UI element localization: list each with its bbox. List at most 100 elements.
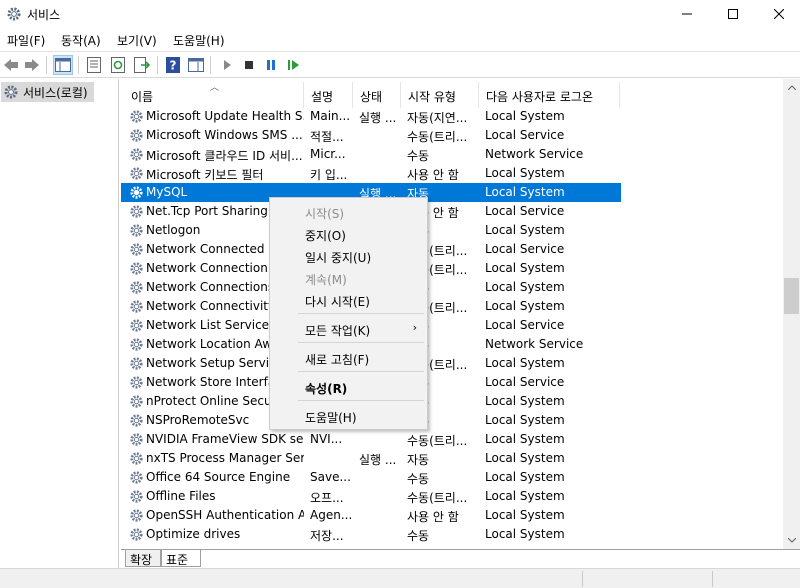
menu-view[interactable]: 보기(V) xyxy=(117,32,157,49)
menu-item-label: 중지(O) xyxy=(305,229,346,243)
pause-icon[interactable] xyxy=(261,55,281,75)
service-gear-icon xyxy=(129,223,144,238)
cell-logon-as: Local System xyxy=(485,413,565,427)
cell-startup-type: 수동(트리... xyxy=(407,130,468,144)
properties-icon[interactable] xyxy=(84,55,104,75)
menu-help[interactable]: 도움말(H) xyxy=(173,32,225,49)
cell-logon-as: Local Service xyxy=(485,375,565,389)
cell-startup-type: 수동 xyxy=(407,529,430,543)
service-gear-icon xyxy=(129,432,144,447)
service-gear-icon xyxy=(129,242,144,257)
table-row[interactable]: nxTS Process Manager Ser... 실행 ... 자동 Local… xyxy=(121,449,621,468)
cell-startup-type: 수동(트리... xyxy=(407,434,468,448)
back-arrow-icon[interactable] xyxy=(1,55,21,75)
menu-item-label: 계속(M) xyxy=(305,273,347,287)
menu-item-restart[interactable]: 다시 시작(E) xyxy=(270,289,427,311)
menu-item-help[interactable]: 도움말(H) xyxy=(270,405,427,427)
tree-item-services-local[interactable]: 서비스(로컬) xyxy=(1,82,94,102)
table-row[interactable]: NVIDIA FrameView SDK se... NVI... 수동(트리...… xyxy=(121,430,621,449)
show-action-pane-icon[interactable] xyxy=(186,55,206,75)
menu-item-refresh[interactable]: 새로 고침(F) xyxy=(270,347,427,369)
cell-logon-as: Local System xyxy=(485,261,565,275)
menu-item-start[interactable]: 시작(S) xyxy=(270,201,427,223)
minimize-button[interactable] xyxy=(664,0,710,28)
help-icon[interactable]: ? xyxy=(163,55,183,75)
service-gear-icon xyxy=(129,489,144,504)
menu-item-stop[interactable]: 중지(O) xyxy=(270,223,427,245)
cell-startup-type: 수동 xyxy=(407,149,430,163)
cell-description: Agen... xyxy=(310,508,353,522)
menu-file[interactable]: 파일(F) xyxy=(7,32,45,49)
export-list-icon[interactable] xyxy=(132,55,152,75)
cell-logon-as: Local System xyxy=(485,299,565,313)
cell-startup-type: 수동(트리... xyxy=(407,491,468,505)
table-row[interactable]: OpenSSH Authentication A... Agen... 사용 안 함… xyxy=(121,506,621,525)
service-gear-icon xyxy=(129,527,144,542)
cell-name: Offline Files xyxy=(146,489,216,503)
vertical-scrollbar[interactable] xyxy=(783,79,800,549)
menu-item-all-tasks[interactable]: 모든 작업(K) › xyxy=(270,318,427,340)
menu-item-label: 시작(S) xyxy=(305,207,345,221)
cell-logon-as: Local System xyxy=(485,451,565,465)
cell-startup-type: 사용 안 함 xyxy=(407,168,459,182)
cell-logon-as: Local System xyxy=(485,166,565,180)
table-row[interactable]: Microsoft Update Health S... Main... 실행 ..… xyxy=(121,107,621,126)
menu-item-label: 모든 작업(K) xyxy=(305,324,371,338)
show-hide-tree-icon[interactable] xyxy=(53,55,73,75)
service-gear-icon xyxy=(129,204,144,219)
service-gear-icon xyxy=(129,470,144,485)
play-icon[interactable] xyxy=(217,55,237,75)
service-gear-icon xyxy=(129,413,144,428)
tab-standard[interactable]: 표준 xyxy=(161,550,201,567)
cell-name: nxTS Process Manager Ser... xyxy=(146,451,304,465)
service-gear-icon xyxy=(129,128,144,143)
cell-logon-as: Local Service xyxy=(485,128,565,142)
menu-item-pause[interactable]: 일시 중지(U) xyxy=(270,245,427,267)
toolbar-separator xyxy=(210,56,211,74)
column-header-logon-as[interactable]: 다음 사용자로 로그온 xyxy=(479,82,620,108)
cell-description: Save... xyxy=(310,470,351,484)
table-row[interactable]: Microsoft 클라우드 ID 서비... Micr... 수동 Network … xyxy=(121,145,621,164)
forward-arrow-icon[interactable] xyxy=(22,55,42,75)
cell-name: Office 64 Source Engine xyxy=(146,470,291,484)
close-button[interactable] xyxy=(756,0,800,28)
tree-pane: 서비스(로컬) xyxy=(0,79,119,568)
cell-logon-as: Local Service xyxy=(485,204,565,218)
maximize-button[interactable] xyxy=(710,0,756,28)
table-row[interactable]: Microsoft 키보드 필터 키 입... 사용 안 함 Local System xyxy=(121,164,621,183)
scroll-down-icon[interactable] xyxy=(783,532,800,549)
scroll-up-icon[interactable] xyxy=(783,79,800,96)
column-header-description[interactable]: 설명 xyxy=(304,82,353,108)
table-row[interactable]: Microsoft Windows SMS ... 적절... 수동(트리... Lo… xyxy=(121,126,621,145)
menu-item-resume[interactable]: 계속(M) xyxy=(270,267,427,289)
menu-item-properties[interactable]: 속성(R) xyxy=(270,376,427,398)
svg-text:?: ? xyxy=(170,59,177,73)
stop-icon[interactable] xyxy=(239,55,259,75)
menu-action[interactable]: 동작(A) xyxy=(61,32,101,49)
service-gear-icon xyxy=(129,261,144,276)
column-header-status[interactable]: 상태 xyxy=(353,82,401,108)
cell-name: Microsoft Update Health S... xyxy=(146,109,304,123)
refresh-icon[interactable] xyxy=(108,55,128,75)
cell-logon-as: Local System xyxy=(485,280,565,294)
resume-icon[interactable] xyxy=(284,55,304,75)
service-gear-icon xyxy=(129,394,144,409)
cell-logon-as: Local System xyxy=(485,185,565,199)
cell-startup-type: 자동 xyxy=(407,453,430,467)
table-row[interactable]: Office 64 Source Engine Save... 수동 Local Sy… xyxy=(121,468,621,487)
cell-description: Main... xyxy=(310,109,351,123)
cell-description: 키 입... xyxy=(310,168,348,182)
tab-extended[interactable]: 확장 xyxy=(125,550,161,567)
status-bar xyxy=(0,568,800,588)
scroll-thumb[interactable] xyxy=(784,278,799,314)
table-row[interactable]: Offline Files 오프... 수동(트리... Local System xyxy=(121,487,621,506)
service-gear-icon xyxy=(129,280,144,295)
menu-item-label: 도움말(H) xyxy=(305,411,357,425)
cell-logon-as: Local System xyxy=(485,527,565,541)
cell-logon-as: Network Service xyxy=(485,147,584,161)
cell-logon-as: Local System xyxy=(485,223,565,237)
services-list: 이름 설명 상태 시작 유형 다음 사용자로 로그온 Microsoft Upd… xyxy=(121,79,800,549)
table-row[interactable]: Optimize drives 저장... 수동 Local System xyxy=(121,525,621,544)
status-divider xyxy=(712,571,713,587)
column-header-startup-type[interactable]: 시작 유형 xyxy=(401,82,479,108)
